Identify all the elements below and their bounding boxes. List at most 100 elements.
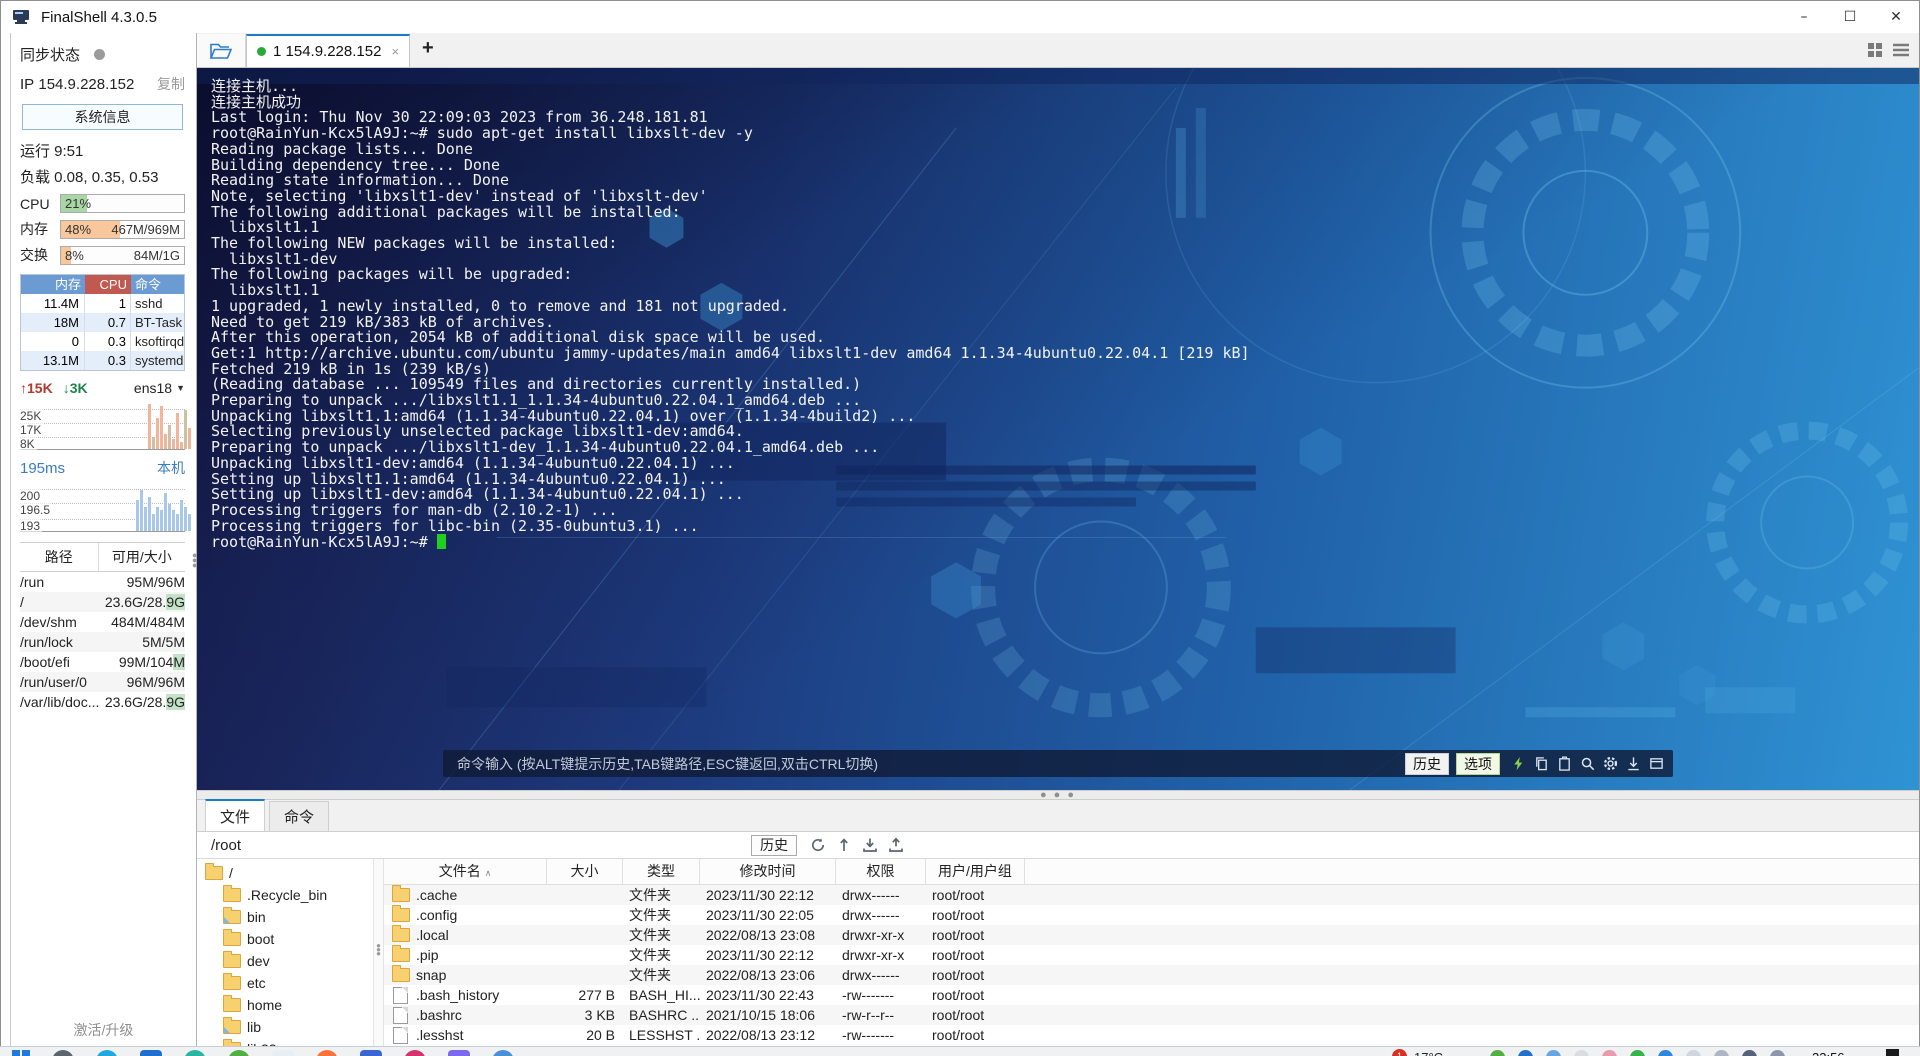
paste-icon[interactable] (1556, 755, 1573, 772)
taskbar-app-icon[interactable] (96, 1050, 118, 1056)
history-button[interactable]: 历史 (1405, 752, 1449, 775)
system-info-button[interactable]: 系统信息 (22, 104, 183, 130)
taskbar-clock[interactable]: 22:56 (1812, 1050, 1845, 1056)
tab-close-icon[interactable]: × (391, 44, 399, 59)
new-tab-button[interactable]: + (422, 37, 434, 60)
taskbar-app-icon[interactable] (272, 1050, 294, 1056)
process-row[interactable]: 13.1M0.3systemd-j... (21, 351, 184, 370)
minimize-button[interactable]: – (1781, 1, 1827, 33)
tray-icon[interactable] (1490, 1050, 1505, 1056)
taskbar-weather[interactable]: 17°C (1414, 1050, 1443, 1056)
disk-header-size[interactable]: 可用/大小 (99, 543, 185, 571)
taskbar-app-icon[interactable] (448, 1050, 470, 1056)
file-header-2[interactable]: 类型 (623, 859, 700, 884)
transfer-icon[interactable] (835, 837, 852, 854)
sync-status-dot[interactable] (94, 49, 106, 60)
tray-icon[interactable] (1518, 1050, 1533, 1056)
tray-icon[interactable] (1574, 1050, 1589, 1056)
gear-icon[interactable] (1602, 755, 1619, 772)
taskbar-app-icon[interactable] (52, 1050, 74, 1056)
disk-row[interactable]: /run/user/0 96M/96M (20, 672, 185, 692)
tab-session-1[interactable]: 1 154.9.228.152 × (246, 34, 411, 67)
tray-icon[interactable] (1742, 1050, 1757, 1056)
tree-item-bin[interactable]: bin (197, 906, 373, 928)
tray-icon[interactable] (1770, 1050, 1785, 1056)
windows-start-button[interactable] (12, 1050, 30, 1056)
options-button[interactable]: 选项 (1456, 752, 1500, 775)
upload-tray-icon[interactable] (887, 837, 904, 854)
disk-row[interactable]: /dev/shm 484M/484M (20, 612, 185, 632)
tray-icon[interactable] (1658, 1050, 1673, 1056)
taskbar-app-icon[interactable] (228, 1050, 250, 1056)
refresh-icon[interactable] (809, 837, 826, 854)
tree-item-etc[interactable]: etc (197, 972, 373, 994)
disk-row[interactable]: /run/lock 5M/5M (20, 632, 185, 652)
taskbar-app-icon[interactable] (140, 1050, 162, 1056)
process-row[interactable]: 11.4M 1 sshd (21, 294, 184, 313)
process-header-1[interactable]: CPU (85, 275, 131, 294)
bottom-tab-命令[interactable]: 命令 (269, 801, 329, 831)
tree-item-lib[interactable]: lib (197, 1016, 373, 1038)
file-row-.lesshst[interactable]: .lesshst20 BLESSHST ...2022/08/13 23:12-… (384, 1025, 1919, 1045)
activate-upgrade-link[interactable]: 激活/升级 (11, 1020, 196, 1040)
disk-row[interactable]: /run 95M/96M (20, 572, 185, 592)
window-icon[interactable] (1648, 755, 1665, 772)
copy-icon[interactable] (1533, 755, 1550, 772)
tree-item-/[interactable]: / (197, 862, 373, 884)
close-button[interactable]: ✕ (1873, 1, 1919, 33)
tray-icon[interactable] (1686, 1050, 1701, 1056)
file-header-1[interactable]: 大小 (547, 859, 623, 884)
lightning-icon[interactable] (1510, 755, 1527, 772)
file-header-5[interactable]: 用户/用户组 (926, 859, 1025, 884)
disk-row[interactable]: /boot/efi 99M/104M (20, 652, 185, 672)
tray-icon[interactable] (1546, 1050, 1561, 1056)
process-row[interactable]: 00.3ksoftirqd/0 (21, 332, 184, 351)
process-row[interactable]: 18M 0.7 BT-Task (21, 313, 184, 332)
path-history-button[interactable]: 历史 (751, 834, 797, 856)
command-input-bar[interactable]: 命令输入 (按ALT键提示历史,TAB键路径,ESC键返回,双击CTRL切换) … (443, 750, 1673, 777)
file-row-.bash_history[interactable]: .bash_history 277 B BASH_HI... 2023/11/30 2… (384, 985, 1919, 1005)
file-row-.local[interactable]: .local 文件夹 2022/08/13 23:08 drwxr-xr-x root/… (384, 925, 1919, 945)
search-icon[interactable] (1579, 755, 1596, 772)
download-icon[interactable] (1625, 755, 1642, 772)
menu-icon[interactable] (1893, 43, 1909, 57)
taskbar-app-icon[interactable] (404, 1050, 426, 1056)
tree-item-dev[interactable]: dev (197, 950, 373, 972)
file-row-.config[interactable]: .config 文件夹 2023/11/30 22:05 drwx------ root… (384, 905, 1919, 925)
tree-scrollbar[interactable]: ● ● ● (373, 859, 384, 1046)
file-header-3[interactable]: 修改时间 (700, 859, 836, 884)
taskbar-app-icon[interactable] (492, 1050, 514, 1056)
grid-icon[interactable] (1867, 42, 1883, 58)
connection-manager-button[interactable] (197, 34, 246, 67)
download-tray-icon[interactable] (861, 837, 878, 854)
taskbar-app-icon[interactable] (360, 1050, 382, 1056)
tray-icon[interactable] (1602, 1050, 1617, 1056)
tray-icon[interactable] (1630, 1050, 1645, 1056)
taskbar-app-icon[interactable] (184, 1050, 206, 1056)
terminal[interactable]: 连接主机... 连接主机成功 Last login: Thu Nov 30 22… (197, 68, 1919, 790)
tree-item-boot[interactable]: boot (197, 928, 373, 950)
file-row-.bashrc[interactable]: .bashrc 3 KB BASHRC ... 2021/10/15 18:06 -rw… (384, 1005, 1919, 1025)
horizontal-splitter[interactable]: ● ● ● (197, 790, 1919, 801)
file-header-4[interactable]: 权限 (836, 859, 926, 884)
bottom-tab-文件[interactable]: 文件 (205, 799, 265, 831)
disk-row[interactable]: /var/lib/doc... 23.6G/28.9G (20, 692, 185, 712)
tree-item-.Recycle_bin[interactable]: .Recycle_bin (197, 884, 373, 906)
ping-source-label[interactable]: 本机 (157, 458, 185, 478)
taskbar-dark-icon[interactable] (1886, 1049, 1899, 1056)
file-row-snap[interactable]: snap 文件夹 2022/08/13 23:06 drwx------ root/ro… (384, 965, 1919, 985)
process-header-2[interactable]: 命令 (131, 275, 184, 294)
process-header-0[interactable]: 内存 (21, 275, 85, 294)
notification-badge[interactable]: 1 (1392, 1049, 1407, 1056)
maximize-button[interactable]: ☐ (1827, 1, 1873, 33)
interface-selector[interactable]: ens18 ▼ (134, 380, 185, 396)
disk-row[interactable]: /23.6G/28.9G (20, 592, 185, 612)
file-row-.cache[interactable]: .cache 文件夹 2023/11/30 22:12 drwx------ root/… (384, 885, 1919, 905)
disk-header-path[interactable]: 路径 (20, 543, 99, 571)
copy-ip-link[interactable]: 复制 (157, 74, 185, 94)
tree-item-home[interactable]: home (197, 994, 373, 1016)
file-row-.pip[interactable]: .pip 文件夹 2023/11/30 22:12 drwxr-xr-x root/ro… (384, 945, 1919, 965)
tree-item-lib32[interactable]: lib32 (197, 1038, 373, 1046)
tray-icon[interactable] (1714, 1050, 1729, 1056)
file-header-0[interactable]: 文件名 ∧ (384, 859, 547, 884)
